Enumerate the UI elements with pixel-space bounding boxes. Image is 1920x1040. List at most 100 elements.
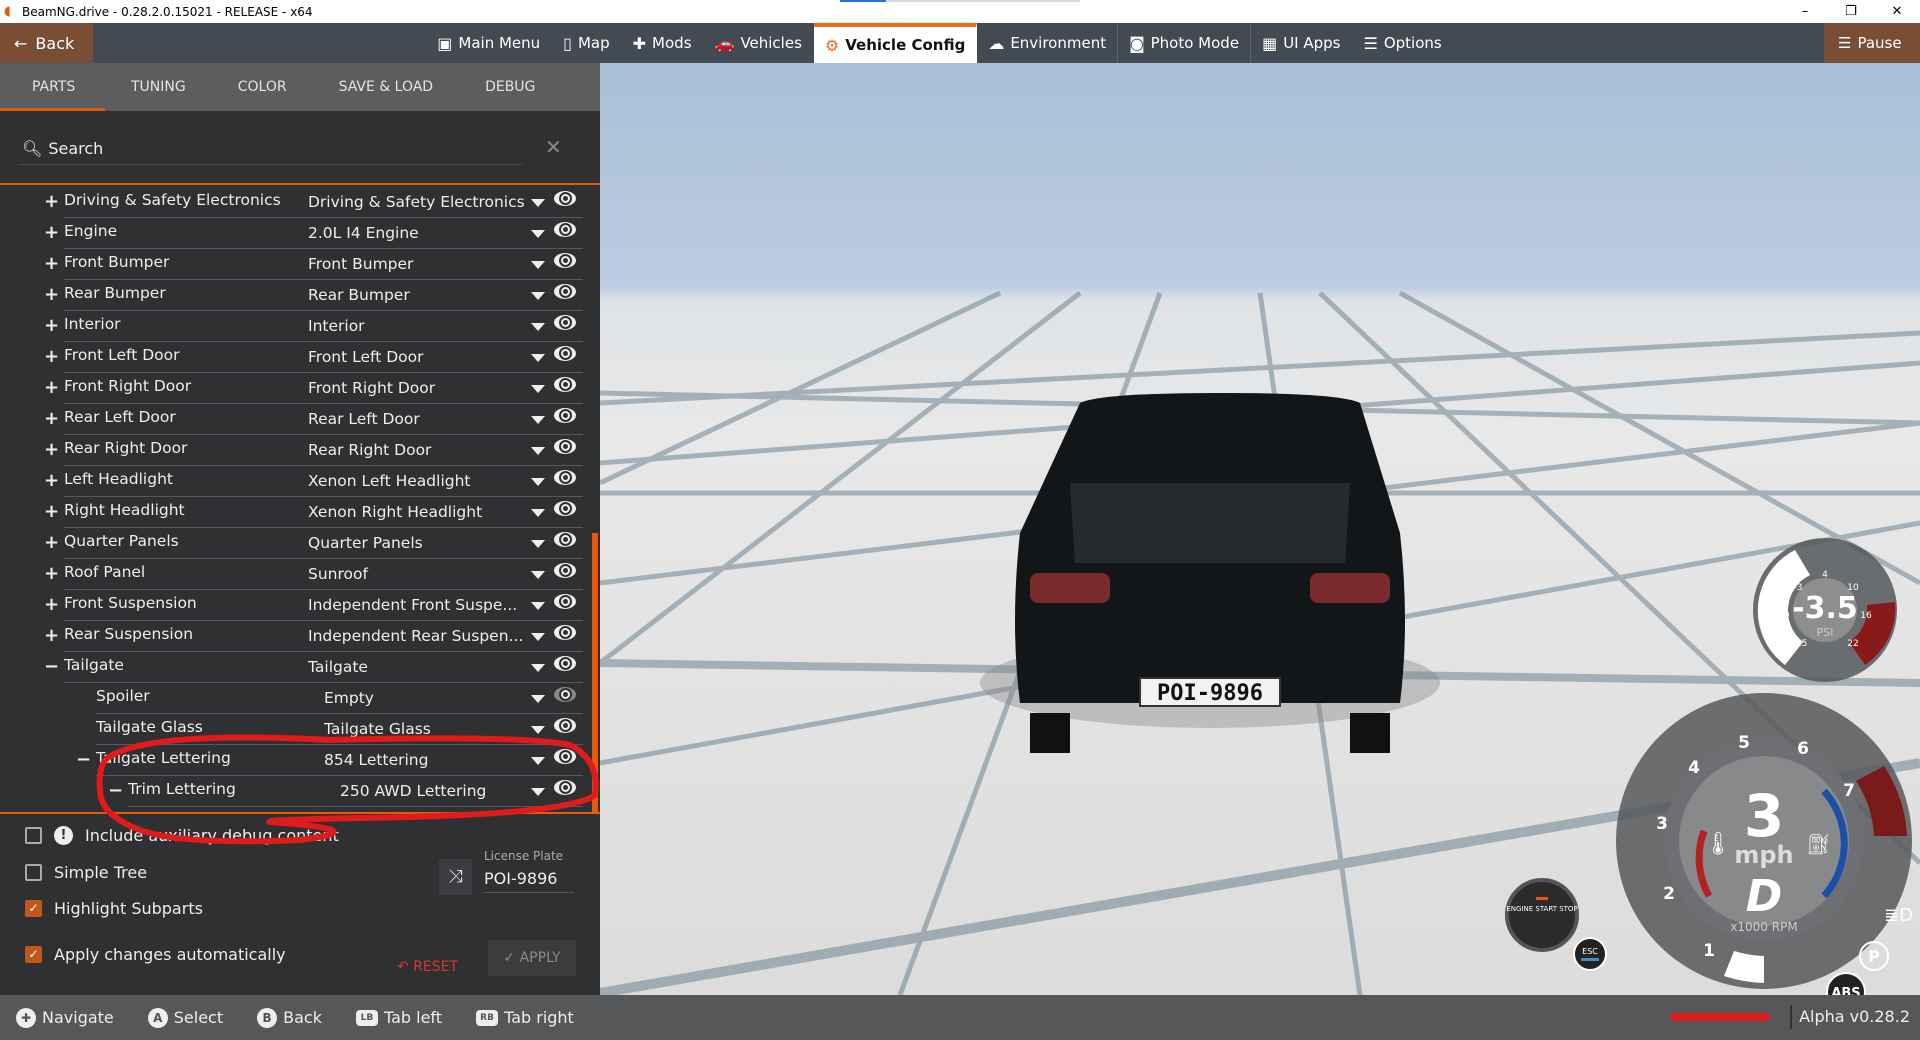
eye-icon[interactable] [554, 656, 576, 671]
eye-icon[interactable] [554, 346, 576, 361]
chevron-down-icon[interactable] [531, 664, 545, 672]
license-plate-input[interactable]: POI-9896 [484, 869, 574, 893]
eye-icon[interactable] [554, 222, 576, 237]
pause-button[interactable]: ☰ Pause [1824, 23, 1920, 63]
checkbox-checked[interactable]: ✓ [25, 946, 42, 963]
nav-map[interactable]: ▯ Map [552, 23, 621, 63]
part-select[interactable]: Front Right Door [308, 379, 530, 397]
tab-save-load[interactable]: SAVE & LOAD [313, 63, 460, 111]
simple-tree-checkbox[interactable]: Simple Tree [25, 863, 147, 882]
scrollbar[interactable] [592, 533, 598, 813]
eye-icon[interactable] [554, 501, 576, 516]
nav-photo-mode[interactable]: ◙ Photo Mode [1118, 23, 1252, 63]
close-button[interactable]: ✕ [1874, 0, 1920, 23]
chevron-down-icon[interactable] [531, 230, 545, 238]
nav-ui-apps[interactable]: ▦ UI Apps [1251, 23, 1352, 63]
eye-icon[interactable] [554, 315, 576, 330]
eye-icon[interactable] [554, 563, 576, 578]
part-select[interactable]: Independent Front Suspe... [308, 596, 530, 614]
eye-icon[interactable] [554, 687, 576, 702]
search-input[interactable]: 🔍︎ Search [18, 133, 523, 165]
chevron-down-icon[interactable] [531, 323, 545, 331]
part-select[interactable]: Quarter Panels [308, 534, 530, 552]
part-select[interactable]: Interior [308, 317, 530, 335]
chevron-down-icon[interactable] [531, 354, 545, 362]
eye-icon[interactable] [554, 718, 576, 733]
eye-icon[interactable] [554, 749, 576, 764]
expand-icon[interactable]: + [44, 439, 59, 460]
eye-icon[interactable] [554, 408, 576, 423]
part-select[interactable]: 2.0L I4 Engine [308, 224, 530, 242]
expand-icon[interactable]: + [44, 222, 59, 243]
eye-icon[interactable] [554, 625, 576, 640]
collapse-icon[interactable]: − [108, 780, 123, 801]
part-select[interactable]: Sunroof [308, 565, 530, 583]
part-select[interactable]: Front Left Door [308, 348, 530, 366]
part-select[interactable]: Rear Bumper [308, 286, 530, 304]
chevron-down-icon[interactable] [531, 788, 545, 796]
collapse-icon[interactable]: − [76, 749, 91, 770]
highlight-subparts-checkbox[interactable]: ✓ Highlight Subparts [25, 899, 203, 918]
tab-parts[interactable]: PARTS [0, 63, 105, 111]
apply-button[interactable]: ✓ APPLY [488, 940, 576, 976]
eye-icon[interactable] [554, 439, 576, 454]
chevron-down-icon[interactable] [531, 571, 545, 579]
back-button[interactable]: ← Back [0, 23, 93, 63]
maximize-button[interactable]: ❐ [1828, 0, 1874, 23]
collapse-icon[interactable]: − [44, 656, 59, 677]
expand-icon[interactable]: + [44, 625, 59, 646]
tab-color[interactable]: COLOR [212, 63, 313, 111]
chevron-down-icon[interactable] [531, 757, 545, 765]
reset-button[interactable]: ↶ RESET [397, 959, 458, 975]
engine-start-stop-button[interactable]: ENGINE START STOP [1505, 878, 1579, 952]
chevron-down-icon[interactable] [531, 633, 545, 641]
chevron-down-icon[interactable] [531, 726, 545, 734]
chevron-down-icon[interactable] [531, 447, 545, 455]
eye-icon[interactable] [554, 780, 576, 795]
eye-icon[interactable] [554, 532, 576, 547]
nav-vehicles[interactable]: 🚗 Vehicles [704, 23, 814, 63]
expand-icon[interactable]: + [44, 501, 59, 522]
eye-icon[interactable] [554, 470, 576, 485]
chevron-down-icon[interactable] [531, 478, 545, 486]
part-select[interactable]: Rear Left Door [308, 410, 530, 428]
part-select[interactable]: Rear Right Door [308, 441, 530, 459]
expand-icon[interactable]: + [44, 315, 59, 336]
checkbox-unchecked[interactable] [25, 827, 42, 844]
expand-icon[interactable]: + [44, 532, 59, 553]
part-select[interactable]: Xenon Right Headlight [308, 503, 530, 521]
chevron-down-icon[interactable] [531, 602, 545, 610]
minimize-button[interactable]: – [1782, 0, 1828, 23]
expand-icon[interactable]: + [44, 284, 59, 305]
chevron-down-icon[interactable] [531, 261, 545, 269]
eye-icon[interactable] [554, 191, 576, 206]
part-select[interactable]: Independent Rear Suspen... [308, 627, 530, 645]
nav-main-menu[interactable]: ▣ Main Menu [426, 23, 552, 63]
expand-icon[interactable]: + [44, 191, 59, 212]
nav-mods[interactable]: ✚ Mods [622, 23, 704, 63]
randomize-plate-button[interactable]: ⤨ [439, 859, 472, 895]
part-select[interactable]: 250 AWD Lettering [340, 782, 530, 800]
expand-icon[interactable]: + [44, 408, 59, 429]
nav-options[interactable]: ☰ Options [1352, 23, 1453, 63]
expand-icon[interactable]: + [44, 377, 59, 398]
chevron-down-icon[interactable] [531, 540, 545, 548]
expand-icon[interactable]: + [44, 470, 59, 491]
eye-icon[interactable] [554, 594, 576, 609]
part-select[interactable]: Xenon Left Headlight [308, 472, 530, 490]
eye-icon[interactable] [554, 284, 576, 299]
3d-viewport[interactable]: POI-9896 -3.5 PSI -15 -9 -3 4 10 16 22 3… [600, 63, 1920, 995]
chevron-down-icon[interactable] [531, 385, 545, 393]
debug-checkbox[interactable]: ! Include auxiliary debug content [25, 826, 339, 845]
expand-icon[interactable]: + [44, 253, 59, 274]
checkbox-checked[interactable]: ✓ [25, 900, 42, 917]
part-select[interactable]: Tailgate Glass [324, 720, 530, 738]
tab-tuning[interactable]: TUNING [105, 63, 212, 111]
nav-vehicle-config[interactable]: ⚙ Vehicle Config [813, 23, 978, 63]
part-select[interactable]: 854 Lettering [324, 751, 530, 769]
part-select[interactable]: Tailgate [308, 658, 530, 676]
expand-icon[interactable]: + [44, 594, 59, 615]
chevron-down-icon[interactable] [531, 292, 545, 300]
part-select[interactable]: Front Bumper [308, 255, 530, 273]
auto-apply-checkbox[interactable]: ✓ Apply changes automatically [25, 945, 286, 964]
